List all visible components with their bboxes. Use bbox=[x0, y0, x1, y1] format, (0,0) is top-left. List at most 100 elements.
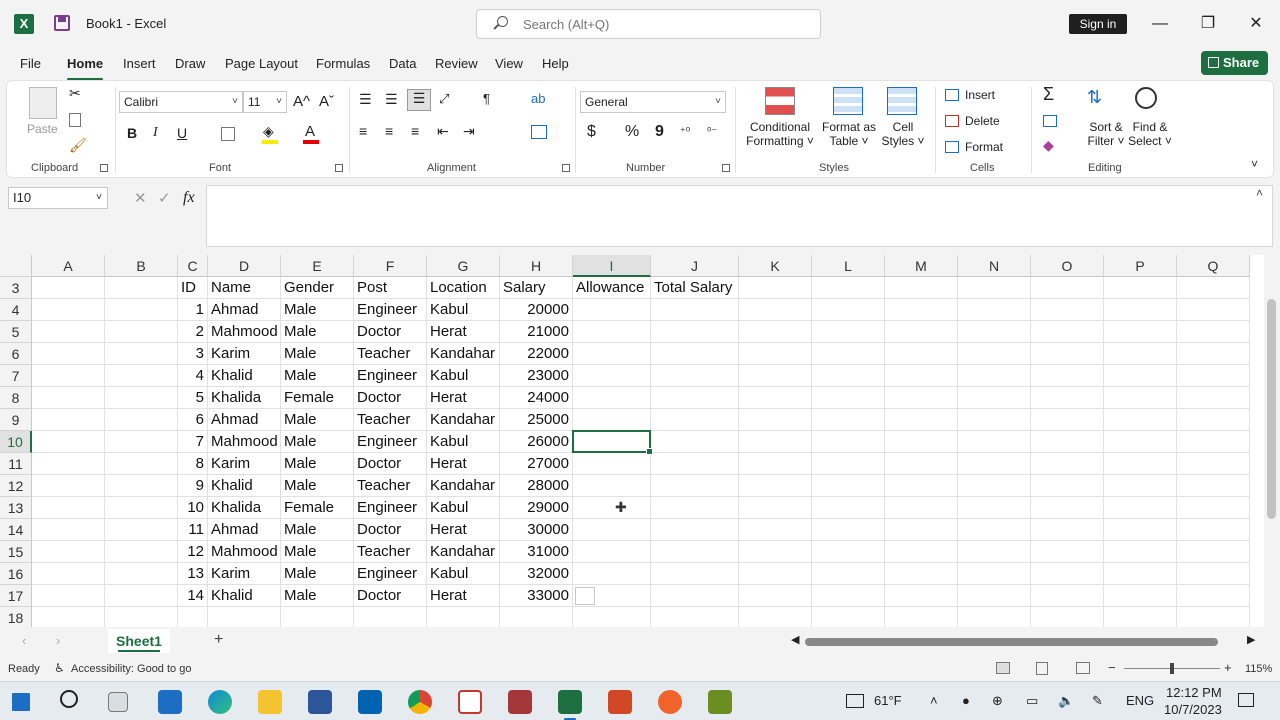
network-icon[interactable]: ⊕ bbox=[992, 693, 1003, 709]
cell-e17[interactable]: Male bbox=[281, 585, 354, 607]
cell-p3[interactable] bbox=[1104, 277, 1177, 299]
column-header-p[interactable]: P bbox=[1104, 255, 1177, 277]
cell-b9[interactable] bbox=[105, 409, 178, 431]
cell-m7[interactable] bbox=[885, 365, 958, 387]
battery-icon[interactable]: ▭ bbox=[1026, 693, 1038, 709]
cell-l18[interactable] bbox=[812, 607, 885, 627]
column-header-m[interactable]: M bbox=[885, 255, 958, 277]
cell-l11[interactable] bbox=[812, 453, 885, 475]
cell-e10[interactable]: Male bbox=[281, 431, 354, 453]
cell-g8[interactable]: Herat bbox=[427, 387, 500, 409]
cell-e5[interactable]: Male bbox=[281, 321, 354, 343]
cell-i5[interactable] bbox=[573, 321, 651, 343]
enter-icon[interactable]: ✓ bbox=[158, 189, 171, 207]
cell-c15[interactable]: 12 bbox=[178, 541, 208, 563]
access-icon[interactable] bbox=[508, 690, 532, 714]
cell-g5[interactable]: Herat bbox=[427, 321, 500, 343]
cell-d11[interactable]: Karim bbox=[208, 453, 281, 475]
format-cells-button[interactable]: Format bbox=[965, 140, 1003, 154]
cell-m14[interactable] bbox=[885, 519, 958, 541]
zoom-in-button[interactable]: + bbox=[1224, 660, 1232, 675]
cell-o15[interactable] bbox=[1031, 541, 1104, 563]
cell-c14[interactable]: 11 bbox=[178, 519, 208, 541]
cell-g18[interactable] bbox=[427, 607, 500, 627]
cell-i12[interactable] bbox=[573, 475, 651, 497]
increase-indent-icon[interactable]: ⇥ bbox=[463, 123, 475, 140]
fill-icon[interactable] bbox=[1043, 115, 1057, 127]
cell-q15[interactable] bbox=[1177, 541, 1250, 563]
column-header-n[interactable]: N bbox=[958, 255, 1031, 277]
alignment-launcher-icon[interactable] bbox=[562, 164, 570, 172]
italic-button[interactable]: I bbox=[153, 125, 158, 141]
sheet-tab-sheet1[interactable]: Sheet1 bbox=[108, 629, 170, 653]
cell-f11[interactable]: Doctor bbox=[354, 453, 427, 475]
cell-q8[interactable] bbox=[1177, 387, 1250, 409]
language-indicator[interactable]: ENG bbox=[1126, 693, 1154, 708]
cell-e7[interactable]: Male bbox=[281, 365, 354, 387]
cell-j15[interactable] bbox=[651, 541, 739, 563]
cell-d6[interactable]: Karim bbox=[208, 343, 281, 365]
currency-button[interactable]: $ bbox=[587, 123, 596, 141]
column-header-g[interactable]: G bbox=[427, 255, 500, 277]
autosum-icon[interactable]: Σ bbox=[1043, 84, 1054, 105]
cell-k16[interactable] bbox=[739, 563, 812, 585]
microphone-icon[interactable]: ● bbox=[962, 693, 970, 708]
cell-d13[interactable]: Khalida bbox=[208, 497, 281, 519]
cell-c13[interactable]: 10 bbox=[178, 497, 208, 519]
cell-m18[interactable] bbox=[885, 607, 958, 627]
conditional-formatting-icon[interactable] bbox=[765, 87, 795, 115]
vertical-scrollbar[interactable] bbox=[1264, 255, 1280, 627]
cell-n3[interactable] bbox=[958, 277, 1031, 299]
sort-filter-icon[interactable]: ⇅ bbox=[1087, 87, 1102, 108]
percent-button[interactable]: % bbox=[625, 123, 639, 141]
cell-a14[interactable] bbox=[32, 519, 105, 541]
cell-j17[interactable] bbox=[651, 585, 739, 607]
save-icon[interactable] bbox=[54, 15, 70, 31]
cell-d14[interactable]: Ahmad bbox=[208, 519, 281, 541]
cell-o9[interactable] bbox=[1031, 409, 1104, 431]
cell-m8[interactable] bbox=[885, 387, 958, 409]
cell-c17[interactable]: 14 bbox=[178, 585, 208, 607]
find-select-icon[interactable] bbox=[1135, 87, 1157, 109]
cell-i3[interactable]: Allowance bbox=[573, 277, 651, 299]
cell-l14[interactable] bbox=[812, 519, 885, 541]
cell-o7[interactable] bbox=[1031, 365, 1104, 387]
row-header-9[interactable]: 9 bbox=[0, 409, 32, 431]
cell-q7[interactable] bbox=[1177, 365, 1250, 387]
cell-n7[interactable] bbox=[958, 365, 1031, 387]
cell-j7[interactable] bbox=[651, 365, 739, 387]
cell-q12[interactable] bbox=[1177, 475, 1250, 497]
cell-a7[interactable] bbox=[32, 365, 105, 387]
cell-p9[interactable] bbox=[1104, 409, 1177, 431]
cell-j18[interactable] bbox=[651, 607, 739, 627]
cell-n9[interactable] bbox=[958, 409, 1031, 431]
cell-j8[interactable] bbox=[651, 387, 739, 409]
cell-q9[interactable] bbox=[1177, 409, 1250, 431]
cell-q10[interactable] bbox=[1177, 431, 1250, 453]
cell-g15[interactable]: Kandahar bbox=[427, 541, 500, 563]
cell-a15[interactable] bbox=[32, 541, 105, 563]
cell-h18[interactable] bbox=[500, 607, 573, 627]
cell-d9[interactable]: Ahmad bbox=[208, 409, 281, 431]
acrobat-icon[interactable] bbox=[458, 690, 482, 714]
column-header-k[interactable]: K bbox=[739, 255, 812, 277]
cell-k12[interactable] bbox=[739, 475, 812, 497]
top-align-icon[interactable]: ☰ bbox=[359, 91, 372, 108]
cell-j16[interactable] bbox=[651, 563, 739, 585]
cell-d3[interactable]: Name bbox=[208, 277, 281, 299]
decrease-indent-icon[interactable]: ⇤ bbox=[437, 123, 449, 140]
cell-l12[interactable] bbox=[812, 475, 885, 497]
cell-f4[interactable]: Engineer bbox=[354, 299, 427, 321]
cell-e15[interactable]: Male bbox=[281, 541, 354, 563]
align-center-icon[interactable]: ≡ bbox=[385, 123, 393, 139]
tab-data[interactable]: Data bbox=[389, 56, 416, 71]
cell-i15[interactable] bbox=[573, 541, 651, 563]
cell-d4[interactable]: Ahmad bbox=[208, 299, 281, 321]
cell-c16[interactable]: 13 bbox=[178, 563, 208, 585]
prev-sheet-icon[interactable]: ‹ bbox=[22, 633, 26, 648]
cell-m4[interactable] bbox=[885, 299, 958, 321]
orientation-icon[interactable]: ⤢ bbox=[439, 91, 449, 107]
cell-o6[interactable] bbox=[1031, 343, 1104, 365]
cell-styles-button[interactable]: Cell Styles ˅ bbox=[881, 120, 925, 148]
cell-m9[interactable] bbox=[885, 409, 958, 431]
